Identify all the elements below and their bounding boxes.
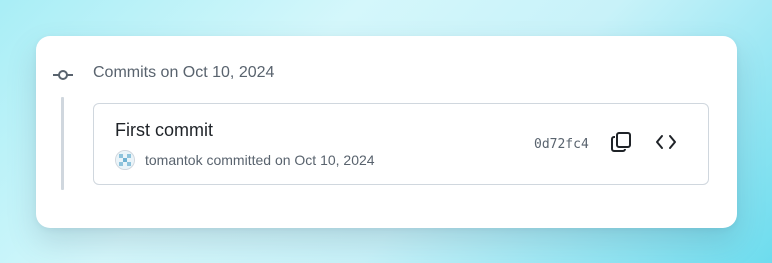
copy-sha-button[interactable] xyxy=(607,130,635,158)
author-link[interactable]: tomantok xyxy=(145,152,203,168)
browse-repository-button[interactable] xyxy=(652,130,680,158)
commits-panel: Commits on Oct 10, 2024 First commit tom… xyxy=(36,36,737,228)
code-icon xyxy=(655,134,677,155)
commit-sha-link[interactable]: 0d72fc4 xyxy=(534,137,589,152)
commit-row: First commit tomantok committed on Oct 1… xyxy=(93,103,709,185)
commit-title-link[interactable]: First commit xyxy=(115,120,213,141)
commit-byline: tomantok committed on Oct 10, 2024 xyxy=(145,152,375,168)
timeline-line xyxy=(61,97,64,190)
copy-icon xyxy=(610,131,632,158)
commit-group-heading: Commits on Oct 10, 2024 xyxy=(93,64,275,81)
byline-text: committed on Oct 10, 2024 xyxy=(202,152,375,168)
avatar[interactable] xyxy=(115,150,135,170)
git-commit-icon xyxy=(53,68,73,82)
